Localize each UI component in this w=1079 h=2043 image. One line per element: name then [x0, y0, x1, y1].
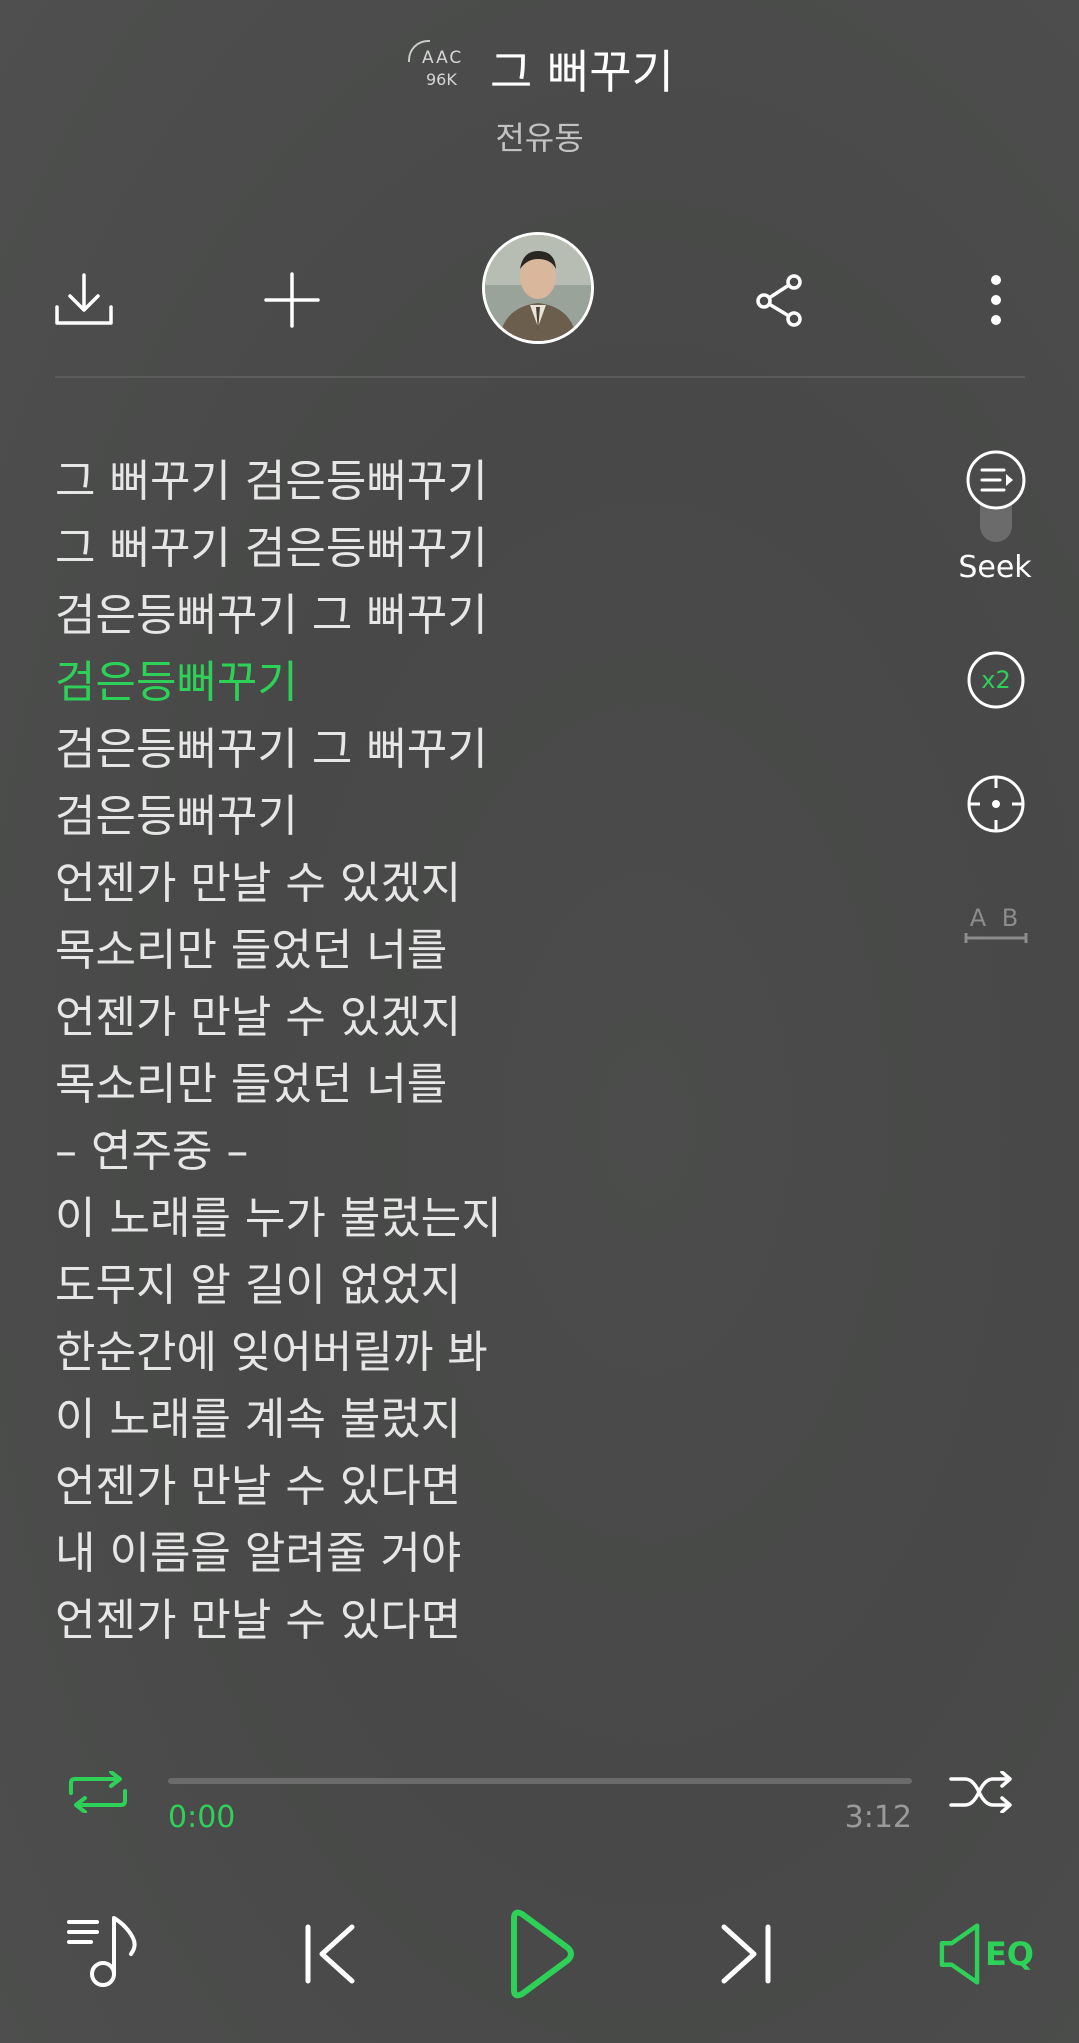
progress-bar[interactable]	[168, 1778, 912, 1784]
seek-lyrics-icon	[966, 450, 1026, 542]
plus-icon	[264, 272, 320, 328]
header-divider	[55, 376, 1025, 378]
crosshair-icon	[967, 775, 1025, 833]
more-vertical-icon	[991, 275, 1001, 325]
repeat-button[interactable]	[60, 1766, 136, 1818]
codec-format: AAC	[422, 48, 464, 68]
lyric-line[interactable]: 이 노래를 누가 불렀는지	[55, 1185, 935, 1252]
equalizer-button[interactable]: EQ	[938, 1918, 1034, 1990]
total-time: 3:12	[844, 1800, 912, 1835]
codec-bitrate: 96K	[426, 70, 457, 89]
skip-previous-icon	[305, 1924, 355, 1984]
artist-photo	[485, 235, 591, 341]
lyric-line[interactable]: 언젠가 만날 수 있다면	[55, 1453, 935, 1520]
lyric-line[interactable]: 한순간에 잊어버릴까 봐	[55, 1319, 935, 1386]
download-button[interactable]	[50, 266, 118, 334]
lyric-line[interactable]: 목소리만 들었던 너를	[55, 917, 935, 984]
lyric-line[interactable]: 검은등뻐꾸기 그 뻐꾸기	[55, 582, 935, 649]
share-icon	[756, 274, 802, 327]
play-button[interactable]	[496, 1904, 586, 2004]
eq-label: EQ	[984, 1935, 1034, 1973]
song-title: 그 뻐꾸기	[490, 45, 674, 99]
lyric-line[interactable]: 내 이름을 알려줄 거야	[55, 1520, 935, 1587]
lyric-line[interactable]: 목소리만 들었던 너를	[55, 1051, 935, 1118]
share-button[interactable]	[746, 266, 814, 334]
shuffle-icon	[949, 1771, 1012, 1813]
next-button[interactable]	[708, 1916, 784, 1992]
lyrics-list[interactable]: 그 뻐꾸기 검은등뻐꾸기 그 뻐꾸기 검은등뻐꾸기 검은등뻐꾸기 그 뻐꾸기 검…	[55, 448, 935, 1654]
speed-button[interactable]: x2	[962, 646, 1030, 714]
lyric-line[interactable]: 도무지 알 길이 없었지	[55, 1252, 935, 1319]
lyric-line-current[interactable]: 검은등뻐꾸기	[55, 649, 935, 716]
lyric-line[interactable]: – 연주중 –	[55, 1118, 935, 1185]
speaker-icon	[939, 1923, 980, 1985]
lyric-line[interactable]: 이 노래를 계속 불렀지	[55, 1386, 935, 1453]
speed-label: x2	[981, 666, 1011, 694]
seek-toggle[interactable]	[962, 448, 1030, 546]
add-to-playlist-button[interactable]	[258, 266, 326, 334]
artist-avatar[interactable]	[482, 232, 594, 344]
current-time: 0:00	[168, 1800, 236, 1835]
download-icon	[55, 273, 113, 325]
codec-badge: AAC 96K	[408, 40, 470, 92]
repeat-icon	[69, 1771, 127, 1813]
seek-label: Seek	[958, 550, 1032, 585]
lyric-line[interactable]: 언젠가 만날 수 있겠지	[55, 850, 935, 917]
ab-range-icon	[964, 933, 1028, 943]
ab-label: A B	[969, 904, 1023, 932]
lyric-line[interactable]: 언젠가 만날 수 있다면	[55, 1587, 935, 1654]
now-playing-header: AAC 96K 그 뻐꾸기 전유동	[0, 0, 1079, 160]
playlist-button[interactable]	[60, 1910, 144, 1994]
play-icon	[511, 1909, 574, 1999]
artist-name[interactable]: 전유동	[0, 113, 1079, 159]
more-options-button[interactable]	[962, 266, 1030, 334]
playlist-music-icon	[67, 1916, 137, 1987]
lyric-line[interactable]: 검은등뻐꾸기	[55, 783, 935, 850]
lyric-line[interactable]: 언젠가 만날 수 있겠지	[55, 984, 935, 1051]
previous-button[interactable]	[292, 1916, 368, 1992]
lyric-line[interactable]: 그 뻐꾸기 검은등뻐꾸기	[55, 448, 935, 515]
locate-current-button[interactable]	[962, 770, 1030, 838]
shuffle-button[interactable]	[942, 1766, 1022, 1818]
lyric-line[interactable]: 검은등뻐꾸기 그 뻐꾸기	[55, 716, 935, 783]
skip-next-icon	[721, 1924, 771, 1984]
lyric-line[interactable]: 그 뻐꾸기 검은등뻐꾸기	[55, 515, 935, 582]
ab-repeat-button[interactable]: A B	[958, 900, 1034, 950]
